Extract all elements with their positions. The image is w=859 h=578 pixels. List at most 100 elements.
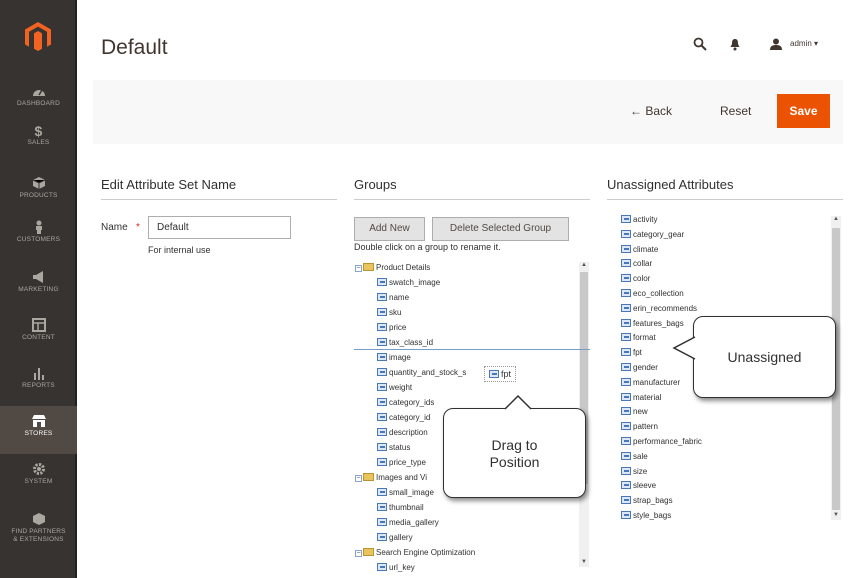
attribute-node[interactable]: category_ids <box>377 397 434 411</box>
tree-node-label: style_bags <box>633 511 672 520</box>
attribute-icon <box>621 318 631 327</box>
nav-customers[interactable]: CUSTOMERS <box>0 220 77 244</box>
group-node[interactable]: − Search Engine Optimization <box>355 547 475 561</box>
unassigned-attribute-node[interactable]: activity <box>621 214 657 228</box>
nav-system[interactable]: SYSTEM <box>0 462 77 486</box>
scroll-down-icon[interactable]: ▼ <box>579 559 589 565</box>
tree-node-label: performance_fabric <box>633 437 702 446</box>
attribute-node[interactable]: small_image <box>377 487 434 501</box>
unassigned-attribute-node[interactable]: eco_collection <box>621 288 684 302</box>
tree-node-label: format <box>633 333 656 343</box>
tree-node-label: erin_recommends <box>633 303 698 313</box>
attribute-node[interactable]: quantity_and_stock_s <box>377 367 466 381</box>
unassigned-attribute-node[interactable]: format <box>621 332 656 346</box>
unassigned-attribute-node[interactable]: size <box>621 466 647 480</box>
reset-button[interactable]: Reset <box>720 104 751 118</box>
unassigned-attribute-node[interactable]: gender <box>621 362 658 376</box>
collapse-icon[interactable]: − <box>355 550 362 557</box>
attribute-node[interactable]: swatch_image <box>377 277 440 291</box>
unassigned-attribute-node[interactable]: style_bags <box>621 510 671 524</box>
nav-stores[interactable]: STORES <box>0 406 77 454</box>
tree-node-label: tax_class_id <box>389 338 434 347</box>
drag-callout-line2: Position <box>489 454 540 470</box>
unassigned-attribute-node[interactable]: category_gear <box>621 229 684 243</box>
unassigned-attribute-node[interactable]: strap_bags <box>621 495 673 509</box>
person-icon <box>35 220 42 234</box>
save-button[interactable]: Save <box>777 94 830 128</box>
tree-node-label: category_gear <box>633 229 685 239</box>
folder-icon <box>363 263 374 271</box>
admin-menu[interactable]: admin ▾ <box>790 39 818 48</box>
unassigned-attribute-node[interactable]: material <box>621 392 661 406</box>
attribute-node[interactable]: weight <box>377 382 412 396</box>
folder-icon <box>363 548 374 556</box>
attribute-icon <box>621 422 631 431</box>
unassigned-attribute-node[interactable]: erin_recommends <box>621 303 697 317</box>
tree-node-label: status <box>389 443 411 452</box>
unassigned-attribute-node[interactable]: performance_fabric <box>621 436 702 450</box>
attribute-node[interactable]: thumbnail <box>377 502 424 516</box>
unassigned-attribute-node[interactable]: climate <box>621 244 658 258</box>
attribute-node[interactable]: price_type <box>377 457 426 471</box>
nav-content[interactable]: CONTENT <box>0 318 77 342</box>
attribute-icon <box>377 458 387 466</box>
magento-logo-icon[interactable] <box>25 22 51 52</box>
attribute-node[interactable]: category_id <box>377 412 430 426</box>
nav-products[interactable]: PRODUCTS <box>0 176 77 200</box>
tree-node-label: description <box>389 428 428 437</box>
unassigned-attribute-node[interactable]: features_bags <box>621 318 684 332</box>
dragged-attribute[interactable]: fpt <box>484 366 517 382</box>
group-node[interactable]: − Product Details <box>355 262 430 276</box>
attribute-node[interactable]: description <box>377 427 428 441</box>
attribute-icon <box>621 437 631 445</box>
nav-reports[interactable]: REPORTS <box>0 366 77 390</box>
attribute-node[interactable]: gallery <box>377 532 413 546</box>
unassigned-attribute-node[interactable]: sleeve <box>621 480 656 494</box>
unassigned-attribute-node[interactable]: color <box>621 273 650 287</box>
search-icon[interactable] <box>693 37 707 51</box>
drag-callout: Drag to Position <box>443 408 586 498</box>
tree-node-label: sleeve <box>633 481 657 491</box>
tree-node-label: activity <box>633 215 658 224</box>
unassigned-attribute-node[interactable]: new <box>621 406 648 420</box>
tree-node-label: small_image <box>389 488 434 497</box>
scroll-down-icon[interactable]: ▼ <box>831 512 841 518</box>
attribute-set-name-input[interactable] <box>148 216 291 239</box>
groups-heading: Groups <box>354 177 397 192</box>
callout-pointer <box>672 336 696 360</box>
unassigned-attribute-node[interactable]: collar <box>621 258 652 272</box>
nav-find-partners[interactable]: FIND PARTNERS & EXTENSIONS <box>0 512 77 544</box>
scroll-up-icon[interactable]: ▲ <box>579 262 589 268</box>
attribute-icon <box>621 466 631 475</box>
add-new-group-button[interactable]: Add New <box>354 217 425 241</box>
nav-dashboard[interactable]: DASHBOARD <box>0 84 77 108</box>
collapse-icon[interactable]: − <box>355 265 362 272</box>
attribute-node[interactable]: status <box>377 442 410 456</box>
nav-sales[interactable]: $ SALES <box>0 124 77 147</box>
attribute-node[interactable]: media_gallery <box>377 517 439 531</box>
unassigned-attribute-node[interactable]: fpt <box>621 347 642 361</box>
dragged-attribute-label: fpt <box>501 369 512 379</box>
nav-products-label: PRODUCTS <box>19 192 58 199</box>
nav-marketing[interactable]: MARKETING <box>0 270 77 294</box>
attribute-node[interactable]: price <box>377 322 406 336</box>
bell-icon[interactable] <box>729 38 741 51</box>
unassigned-attribute-node[interactable]: pattern <box>621 421 658 435</box>
collapse-icon[interactable]: − <box>355 475 362 482</box>
dashboard-icon <box>32 89 45 96</box>
attribute-icon <box>621 244 631 253</box>
attribute-node[interactable]: sku <box>377 307 401 321</box>
unassigned-attribute-node[interactable]: manufacturer <box>621 377 680 391</box>
delete-group-button[interactable]: Delete Selected Group <box>432 217 569 241</box>
attribute-icon <box>621 377 631 386</box>
user-icon[interactable] <box>770 38 782 50</box>
tree-node-label: thumbnail <box>389 503 424 512</box>
unassigned-attribute-node[interactable]: sale <box>621 451 648 465</box>
attribute-node[interactable]: image <box>377 352 411 366</box>
attribute-node[interactable]: url_key <box>377 562 415 576</box>
group-node[interactable]: − Images and Vi <box>355 472 427 486</box>
attribute-node[interactable]: name <box>377 292 409 306</box>
back-button[interactable]: ← Back <box>630 104 672 118</box>
tree-node-label: collar <box>633 259 653 269</box>
scroll-up-icon[interactable]: ▲ <box>831 216 841 222</box>
